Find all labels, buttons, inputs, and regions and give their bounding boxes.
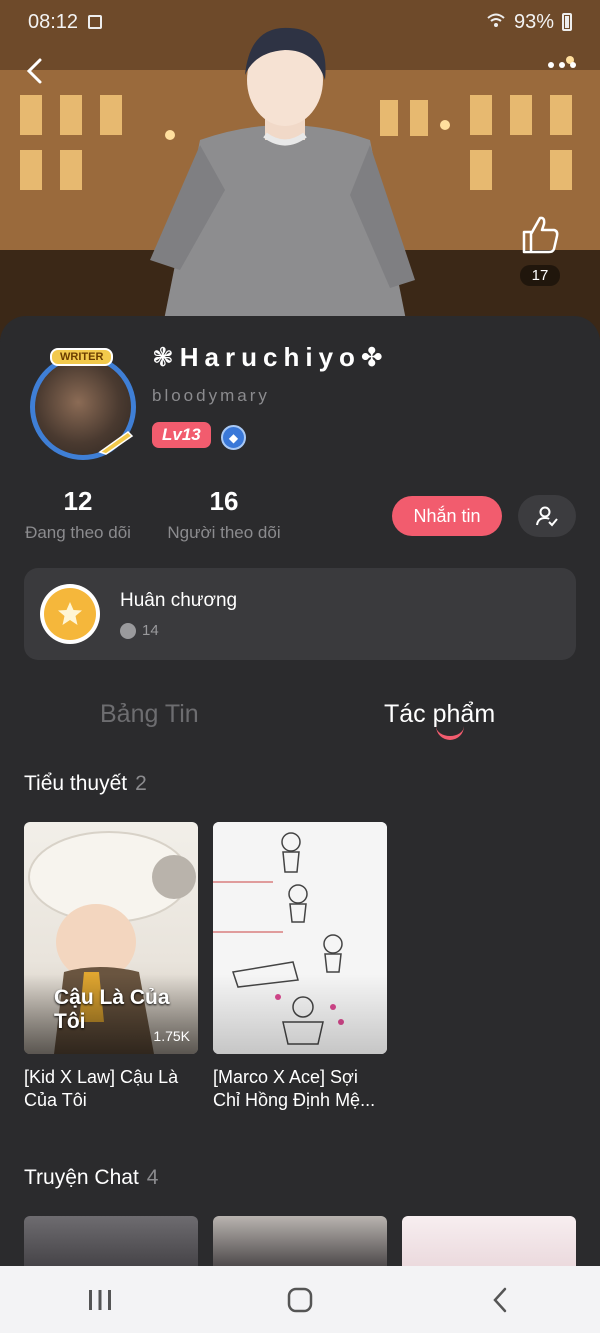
pen-icon xyxy=(98,431,134,455)
wifi-icon xyxy=(486,11,506,34)
profile-handle: bloodymary xyxy=(152,386,270,405)
chat-section-title: Truyện Chat 4 xyxy=(24,1166,158,1190)
medal-card[interactable]: Huân chương 14 xyxy=(24,568,576,660)
novel-cover-1-text: Cậu Là Của Tôi xyxy=(54,986,170,1033)
home-button[interactable] xyxy=(270,1275,330,1325)
profile-name: ❃Haruchiyo✤ xyxy=(152,342,389,372)
follow-user-icon xyxy=(536,506,558,527)
membership-badge-icon[interactable]: ◆ xyxy=(221,425,246,450)
followers-label: Người theo dõi xyxy=(167,523,281,542)
followers-count: 16 xyxy=(209,486,239,516)
novel-2-title[interactable]: [Marco X Ace] Sợi Chỉ Hồng Định Mệ... xyxy=(213,1066,389,1112)
medal-count-value: 14 xyxy=(142,622,159,639)
profile-banner: 08:12 93% 17 xyxy=(0,0,600,340)
profile-sheet: WRITER ❃Haruchiyo✤ bloodymary Lv13 ◆ 12 … xyxy=(0,316,600,1276)
thumbs-up-icon xyxy=(522,216,559,254)
system-navigation-bar xyxy=(0,1266,600,1333)
chat-count: 4 xyxy=(146,1166,159,1189)
followers-stat[interactable]: 16 Người theo dõi xyxy=(164,486,284,543)
system-back-button[interactable] xyxy=(470,1275,530,1325)
like-button[interactable]: 17 xyxy=(512,212,568,286)
following-label: Đang theo dõi xyxy=(25,523,131,542)
medal-title: Huân chương xyxy=(120,590,238,611)
novels-title: Tiểu thuyết xyxy=(24,772,128,795)
medal-count-icon xyxy=(120,622,136,639)
following-stat[interactable]: 12 Đang theo dõi xyxy=(22,486,134,543)
novel-cover-1[interactable]: Cậu Là Của Tôi 1.75K xyxy=(24,822,198,1054)
recent-apps-icon xyxy=(89,1289,111,1310)
following-count: 12 xyxy=(63,486,93,516)
tab-works[interactable]: Tác phẩm xyxy=(384,700,495,729)
avatar[interactable]: WRITER xyxy=(24,348,142,466)
writer-badge: WRITER xyxy=(50,348,114,366)
character-illustration xyxy=(150,27,415,340)
novel-1-views: 1.75K xyxy=(153,1028,190,1044)
novels-count: 2 xyxy=(135,772,147,795)
battery-icon xyxy=(562,13,572,31)
back-chevron-icon xyxy=(493,1287,507,1312)
message-button[interactable]: Nhắn tin xyxy=(392,496,502,536)
novel-1-title[interactable]: [Kid X Law] Cậu Là Của Tôi xyxy=(24,1066,200,1112)
novel-cover-2[interactable] xyxy=(213,822,387,1054)
like-count: 17 xyxy=(519,265,561,286)
back-arrow-icon[interactable] xyxy=(20,56,50,86)
novels-section-title: Tiểu thuyết 2 xyxy=(24,772,147,796)
medal-count: 14 xyxy=(120,622,159,639)
recent-apps-button[interactable] xyxy=(70,1275,130,1325)
follow-button[interactable] xyxy=(518,495,576,537)
level-badge: Lv13 xyxy=(152,422,211,448)
chat-title: Truyện Chat xyxy=(24,1166,139,1189)
home-icon xyxy=(287,1287,313,1312)
tab-feed[interactable]: Bảng Tin xyxy=(100,700,199,729)
battery-text: 93% xyxy=(513,10,554,33)
status-time: 08:12 xyxy=(28,10,79,33)
more-options-icon[interactable] xyxy=(548,62,576,68)
notification-icon xyxy=(88,15,103,29)
active-tab-indicator xyxy=(436,726,464,740)
medal-icon xyxy=(40,584,100,644)
